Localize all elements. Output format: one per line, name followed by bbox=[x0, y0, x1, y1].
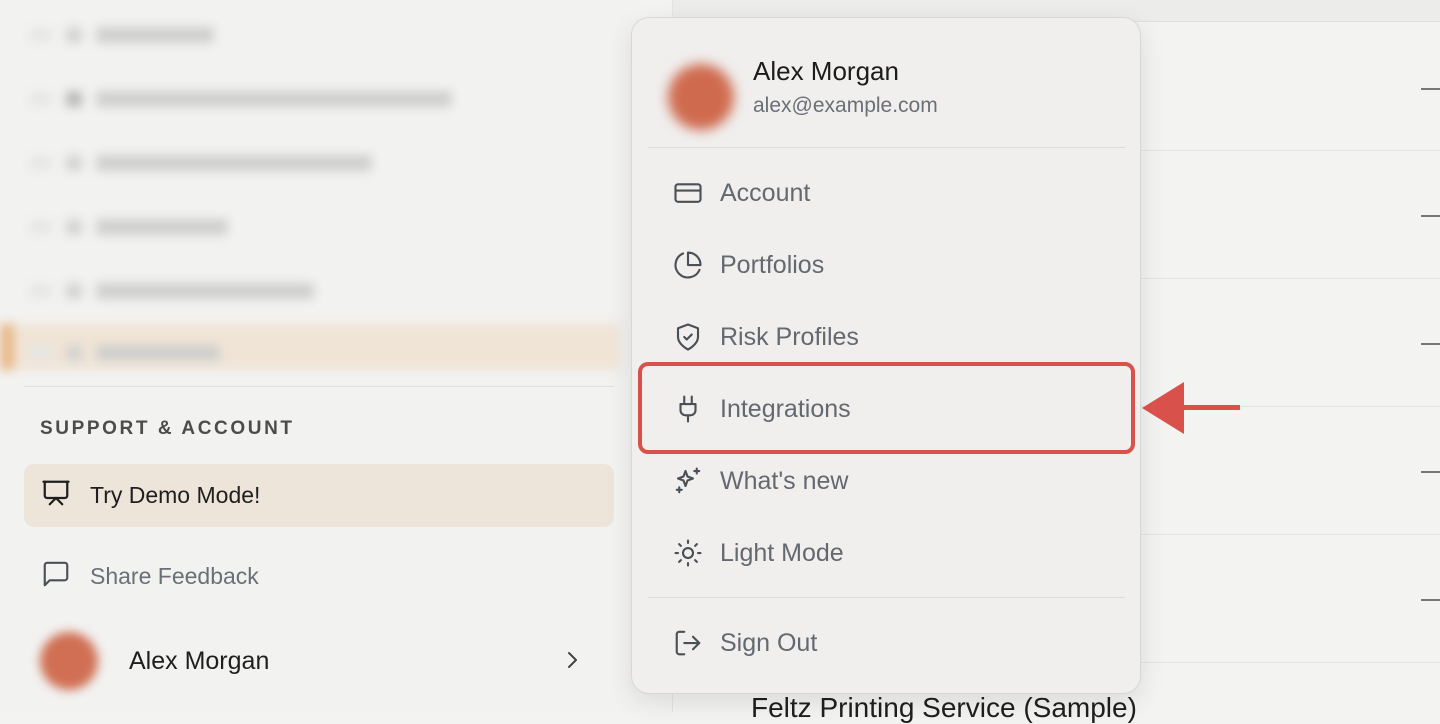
log-out-icon bbox=[673, 628, 703, 658]
sun-icon bbox=[673, 538, 703, 568]
menu-item-light-mode[interactable]: Light Mode bbox=[648, 524, 1125, 582]
blurred-list bbox=[0, 0, 640, 370]
sparkles-icon bbox=[673, 466, 703, 496]
menu-user-name: Alex Morgan bbox=[753, 56, 899, 86]
menu-item-account[interactable]: Account bbox=[648, 164, 1125, 222]
empty-value-dash bbox=[1421, 599, 1440, 601]
sidebar: SUPPORT & ACCOUNT Try Demo Mode! Share F… bbox=[0, 0, 640, 712]
menu-divider bbox=[648, 147, 1125, 148]
share-feedback-label: Share Feedback bbox=[90, 562, 259, 589]
menu-item-label: What's new bbox=[720, 466, 849, 495]
menu-user-email: alex@example.com bbox=[753, 94, 938, 117]
chevron-right-icon bbox=[560, 648, 584, 677]
blurred-selected-accent bbox=[0, 324, 14, 370]
try-demo-mode-button[interactable]: Try Demo Mode! bbox=[24, 464, 614, 527]
menu-divider bbox=[648, 597, 1125, 598]
menu-item-label: Account bbox=[720, 178, 811, 207]
empty-value-dash bbox=[1421, 343, 1440, 345]
menu-item-integrations[interactable]: Integrations bbox=[648, 380, 1125, 438]
menu-item-label: Integrations bbox=[720, 394, 851, 423]
user-name: Alex Morgan bbox=[129, 646, 270, 675]
plug-icon bbox=[673, 394, 703, 424]
blurred-list-item bbox=[30, 278, 314, 304]
blurred-list-item bbox=[30, 214, 228, 240]
user-dropdown-menu: Alex Morgan alex@example.com Account Por… bbox=[631, 17, 1141, 694]
menu-item-label: Sign Out bbox=[720, 628, 818, 657]
message-square-icon bbox=[40, 559, 72, 594]
menu-item-whats-new[interactable]: What's new bbox=[648, 452, 1125, 510]
presentation-icon bbox=[40, 478, 72, 513]
avatar bbox=[668, 64, 734, 130]
blurred-list-item bbox=[30, 340, 220, 366]
menu-item-sign-out[interactable]: Sign Out bbox=[648, 614, 1125, 672]
empty-value-dash bbox=[1421, 88, 1440, 90]
credit-card-icon bbox=[673, 178, 703, 208]
menu-item-portfolios[interactable]: Portfolios bbox=[648, 236, 1125, 294]
menu-item-label: Portfolios bbox=[720, 250, 825, 279]
user-menu-trigger[interactable]: Alex Morgan bbox=[24, 628, 614, 694]
shield-check-icon bbox=[673, 322, 703, 352]
menu-item-label: Light Mode bbox=[720, 538, 844, 567]
empty-value-dash bbox=[1421, 471, 1440, 473]
blurred-list-item bbox=[30, 22, 214, 48]
empty-value-dash bbox=[1421, 215, 1440, 217]
menu-item-label: Risk Profiles bbox=[720, 322, 859, 351]
table-row-title[interactable]: Feltz Printing Service (Sample) bbox=[751, 692, 1137, 724]
section-heading: SUPPORT & ACCOUNT bbox=[40, 418, 295, 439]
sidebar-divider bbox=[24, 386, 614, 387]
menu-item-risk-profiles[interactable]: Risk Profiles bbox=[648, 308, 1125, 366]
blurred-list-item bbox=[30, 150, 372, 176]
annotation-arrow-icon bbox=[1142, 382, 1240, 434]
share-feedback-link[interactable]: Share Feedback bbox=[24, 552, 614, 600]
blurred-list-item bbox=[30, 86, 452, 112]
avatar bbox=[40, 632, 98, 690]
pie-chart-icon bbox=[673, 250, 703, 280]
try-demo-mode-label: Try Demo Mode! bbox=[90, 482, 261, 508]
